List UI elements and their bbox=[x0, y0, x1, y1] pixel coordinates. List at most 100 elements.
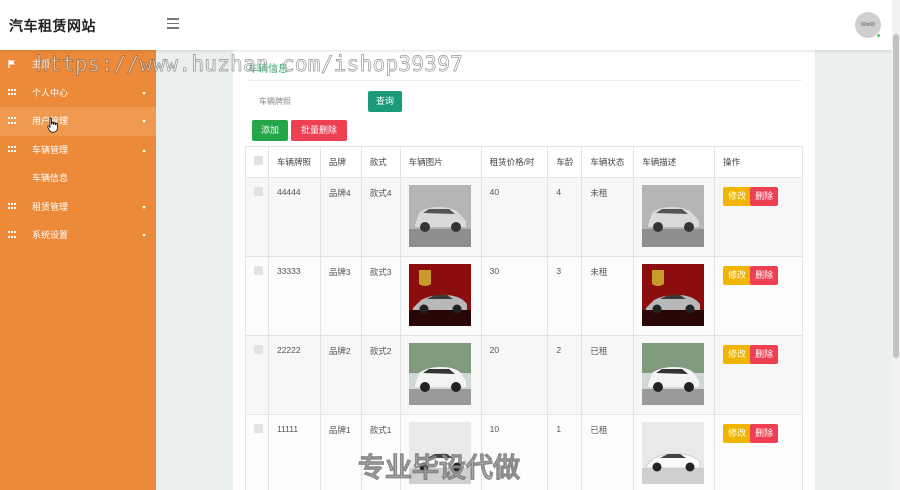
col-plate: 车辆牌照 bbox=[267, 146, 321, 178]
flag-icon bbox=[8, 60, 15, 68]
sidebar-item-rentals[interactable]: 租赁管理 bbox=[0, 193, 156, 222]
edit-button[interactable]: 修改 bbox=[723, 345, 752, 364]
batch-delete-button[interactable]: 批量删除 bbox=[291, 120, 347, 141]
caret-up-icon bbox=[142, 148, 146, 152]
caret-down-icon bbox=[142, 91, 146, 95]
car-image-silver-suv bbox=[408, 185, 471, 247]
site-title: 汽车租赁网站 bbox=[9, 19, 96, 35]
delete-button[interactable]: 删除 bbox=[750, 266, 779, 285]
add-button[interactable]: 添加 bbox=[252, 120, 288, 141]
price-cell: 30 bbox=[480, 256, 549, 336]
actions-cell: 修改 删除 bbox=[714, 335, 803, 415]
top-header: 汽车租赁网站 60x60 bbox=[0, 0, 892, 50]
sidebar-item-vehicles[interactable]: 车辆管理 bbox=[0, 136, 156, 165]
style-cell: 款式1 bbox=[360, 414, 401, 490]
age-cell: 3 bbox=[547, 256, 583, 336]
menu-toggle-icon[interactable] bbox=[167, 18, 179, 30]
age-cell: 1 bbox=[547, 414, 583, 490]
image-cell bbox=[399, 414, 482, 490]
grid-icon bbox=[8, 202, 16, 211]
edit-button[interactable]: 修改 bbox=[723, 187, 752, 206]
divider bbox=[248, 80, 802, 81]
sidebar: 主页 个人中心 用户管理 车辆管理 车辆信息 租赁管理 系统设置 bbox=[0, 50, 156, 490]
select-all-header bbox=[245, 146, 269, 178]
sidebar-item-users[interactable]: 用户管理 bbox=[0, 107, 156, 136]
plate-search-input[interactable] bbox=[251, 90, 363, 113]
grid-icon bbox=[8, 145, 16, 154]
table-header-row: 车辆牌照 品牌 款式 车辆图片 租赁价格/时 车龄 车辆状态 车辆描述 操作 bbox=[245, 146, 803, 178]
row-select-cell bbox=[245, 256, 269, 336]
car-image-porsche bbox=[642, 264, 705, 326]
status-cell: 已租 bbox=[581, 335, 635, 415]
sidebar-item-home[interactable]: 主页 bbox=[0, 50, 156, 79]
delete-button[interactable]: 删除 bbox=[750, 424, 779, 443]
sidebar-item-settings[interactable]: 系统设置 bbox=[0, 221, 156, 250]
actions-cell: 修改 删除 bbox=[714, 177, 803, 257]
delete-button[interactable]: 删除 bbox=[750, 345, 779, 364]
delete-button[interactable]: 删除 bbox=[750, 187, 779, 206]
price-cell: 10 bbox=[480, 414, 549, 490]
car-image-white-coupe bbox=[408, 422, 471, 484]
description-cell bbox=[633, 256, 716, 336]
table-row: 11111 品牌1 款式1 10 1 已租 修改 删除 bbox=[245, 414, 803, 490]
style-cell: 款式2 bbox=[360, 335, 401, 415]
caret-down-icon bbox=[142, 205, 146, 209]
sidebar-item-label: 主页 bbox=[32, 59, 51, 69]
online-status-icon bbox=[876, 33, 881, 38]
style-cell: 款式3 bbox=[360, 256, 401, 336]
row-checkbox[interactable] bbox=[254, 266, 263, 275]
status-cell: 已租 bbox=[581, 414, 635, 490]
image-cell bbox=[399, 335, 482, 415]
col-description: 车辆描述 bbox=[633, 146, 716, 178]
car-image-white-suv bbox=[408, 343, 471, 405]
brand-cell: 品牌4 bbox=[319, 177, 362, 257]
actions-cell: 修改 删除 bbox=[714, 256, 803, 336]
price-cell: 40 bbox=[480, 177, 549, 257]
car-image-white-suv bbox=[642, 343, 705, 405]
col-image: 车辆图片 bbox=[399, 146, 482, 178]
grid-icon bbox=[8, 231, 16, 239]
car-image-porsche bbox=[408, 264, 471, 326]
age-cell: 4 bbox=[547, 177, 583, 257]
col-actions: 操作 bbox=[714, 146, 803, 178]
sidebar-item-label: 租赁管理 bbox=[32, 201, 69, 212]
row-checkbox[interactable] bbox=[254, 187, 263, 196]
image-cell bbox=[399, 256, 482, 336]
table-row: 33333 品牌3 款式3 30 3 未租 修改 删除 bbox=[245, 256, 803, 336]
grid-icon bbox=[8, 117, 16, 125]
plate-cell: 44444 bbox=[267, 177, 321, 257]
sidebar-item-profile[interactable]: 个人中心 bbox=[0, 79, 156, 108]
description-cell bbox=[633, 414, 716, 490]
panel-title: 车辆信息 bbox=[248, 64, 288, 75]
col-price: 租赁价格/时 bbox=[480, 146, 549, 178]
description-cell bbox=[633, 177, 716, 257]
age-cell: 2 bbox=[547, 335, 583, 415]
row-checkbox[interactable] bbox=[254, 424, 263, 433]
plate-cell: 33333 bbox=[267, 256, 321, 336]
vehicle-table: 车辆牌照 品牌 款式 车辆图片 租赁价格/时 车龄 车辆状态 车辆描述 操作 4… bbox=[245, 146, 803, 490]
car-image-white-coupe bbox=[642, 422, 705, 484]
status-cell: 未租 bbox=[581, 256, 635, 336]
image-cell bbox=[399, 177, 482, 257]
scrollbar-thumb[interactable] bbox=[893, 34, 899, 358]
edit-button[interactable]: 修改 bbox=[723, 424, 752, 443]
row-select-cell bbox=[245, 177, 269, 257]
brand-cell: 品牌1 bbox=[319, 414, 362, 490]
edit-button[interactable]: 修改 bbox=[723, 266, 752, 285]
row-checkbox[interactable] bbox=[254, 345, 263, 354]
sidebar-item-label: 车辆管理 bbox=[32, 144, 69, 155]
status-cell: 未租 bbox=[581, 177, 635, 257]
grid-icon bbox=[8, 88, 16, 97]
sidebar-item-label: 系统设置 bbox=[32, 230, 69, 240]
table-row: 44444 品牌4 款式4 40 4 未租 修改 删除 bbox=[245, 177, 803, 257]
col-age: 车龄 bbox=[547, 146, 583, 178]
brand-cell: 品牌2 bbox=[319, 335, 362, 415]
row-select-cell bbox=[245, 414, 269, 490]
row-select-cell bbox=[245, 335, 269, 415]
sidebar-subitem-vehicle-info[interactable]: 车辆信息 bbox=[0, 164, 156, 193]
hand-cursor-icon bbox=[47, 117, 58, 133]
search-button[interactable]: 查询 bbox=[368, 91, 402, 112]
sidebar-item-label: 个人中心 bbox=[32, 87, 69, 98]
select-all-checkbox[interactable] bbox=[254, 156, 263, 165]
brand-cell: 品牌3 bbox=[319, 256, 362, 336]
